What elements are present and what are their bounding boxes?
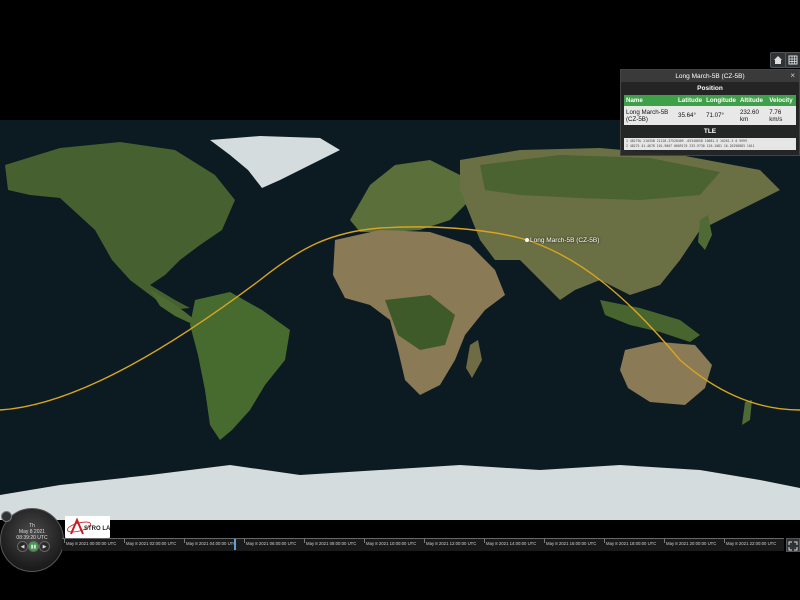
timeline-tick-label: May 8 2021 12:00:00 UTC bbox=[426, 541, 477, 546]
timeline-tick bbox=[664, 539, 665, 543]
grid-icon bbox=[788, 55, 798, 65]
astro-lab-logo-mark: STRO LAB bbox=[66, 517, 115, 535]
tle-box: 1 48275U 21035B 21128.37528409 .05348658… bbox=[624, 138, 796, 150]
timeline-tick bbox=[424, 539, 425, 543]
fullscreen-button[interactable] bbox=[786, 538, 800, 552]
timeline-cursor[interactable] bbox=[234, 539, 236, 550]
svg-text:STRO LAB: STRO LAB bbox=[84, 526, 110, 532]
info-panel-header: Long March-5B (CZ-5B) × bbox=[621, 70, 799, 82]
column-latitude: Latitude bbox=[676, 95, 705, 106]
timeline-tick bbox=[484, 539, 485, 543]
column-altitude: Altitude bbox=[737, 95, 768, 106]
column-name: Name bbox=[624, 95, 676, 106]
timeline-tick bbox=[364, 539, 365, 543]
timeline-tick-label: May 8 2021 16:00:00 UTC bbox=[546, 541, 597, 546]
timeline-tick bbox=[184, 539, 185, 543]
cell-name: Long March-5B (CZ-5B) bbox=[624, 106, 676, 125]
timeline-tick-label: May 8 2021 02:00:00 UTC bbox=[126, 541, 177, 546]
timeline-tick bbox=[304, 539, 305, 543]
column-longitude: Longitude bbox=[704, 95, 738, 106]
settings-icon[interactable] bbox=[1, 511, 12, 522]
timeline-tick-label: May 8 2021 18:00:00 UTC bbox=[606, 541, 657, 546]
close-icon[interactable]: × bbox=[790, 71, 795, 80]
timeline-tick bbox=[544, 539, 545, 543]
position-table-header: Name Latitude Longitude Altitude Velocit… bbox=[624, 95, 796, 106]
orbit-label[interactable]: Long March-5B (CZ-5B) bbox=[530, 237, 599, 244]
satellite-marker[interactable] bbox=[525, 238, 529, 242]
rewind-button[interactable]: ◀ bbox=[17, 541, 28, 552]
timeline-tick-label: May 8 2021 14:00:00 UTC bbox=[486, 541, 537, 546]
timeline-tick-label: May 8 2021 22:00:00 UTC bbox=[726, 541, 777, 546]
timeline[interactable]: May 8 2021 00:00:00 UTC May 8 2021 02:00:… bbox=[62, 538, 784, 551]
tle-heading: TLE bbox=[703, 128, 717, 135]
timeline-tick-label: May 8 2021 04:00:00 UTC bbox=[186, 541, 237, 546]
cell-altitude: 232.60 km bbox=[737, 106, 768, 125]
world-map[interactable] bbox=[0, 120, 800, 520]
fullscreen-icon bbox=[788, 541, 798, 551]
timeline-tick bbox=[64, 539, 65, 543]
timeline-tick-label: May 8 2021 08:00:00 UTC bbox=[306, 541, 357, 546]
timeline-tick-label: May 8 2021 00:00:00 UTC bbox=[66, 541, 117, 546]
timeline-tick bbox=[604, 539, 605, 543]
timeline-tick bbox=[724, 539, 725, 543]
info-panel: Long March-5B (CZ-5B) × Position Name La… bbox=[620, 69, 800, 156]
timeline-tick bbox=[124, 539, 125, 543]
astro-lab-logo: STRO LAB bbox=[65, 516, 115, 538]
column-velocity: Velocity bbox=[767, 95, 796, 106]
cell-velocity: 7.76 km/s bbox=[767, 106, 796, 125]
timeline-tick-label: May 8 2021 06:00:00 UTC bbox=[246, 541, 297, 546]
timeline-tick-label: May 8 2021 10:00:00 UTC bbox=[366, 541, 417, 546]
cell-longitude: 71.07° bbox=[704, 106, 738, 125]
tle-line-2: 2 48275 41.4678 101.9007 0009176 233.973… bbox=[626, 143, 755, 148]
home-icon bbox=[774, 56, 782, 64]
position-heading: Position bbox=[697, 85, 723, 92]
timeline-tick-label: May 8 2021 20:00:00 UTC bbox=[666, 541, 717, 546]
cell-latitude: 35.64° bbox=[676, 106, 705, 125]
play-button[interactable]: ▶ bbox=[39, 541, 50, 552]
position-table: Name Latitude Longitude Altitude Velocit… bbox=[624, 95, 796, 125]
table-row: Long March-5B (CZ-5B) 35.64° 71.07° 232.… bbox=[624, 106, 796, 125]
grid-button[interactable] bbox=[785, 52, 800, 68]
info-panel-title: Long March-5B (CZ-5B) bbox=[675, 72, 745, 80]
timeline-tick bbox=[244, 539, 245, 543]
pause-button[interactable]: ▮▮ bbox=[28, 541, 39, 552]
home-button[interactable] bbox=[770, 52, 786, 68]
